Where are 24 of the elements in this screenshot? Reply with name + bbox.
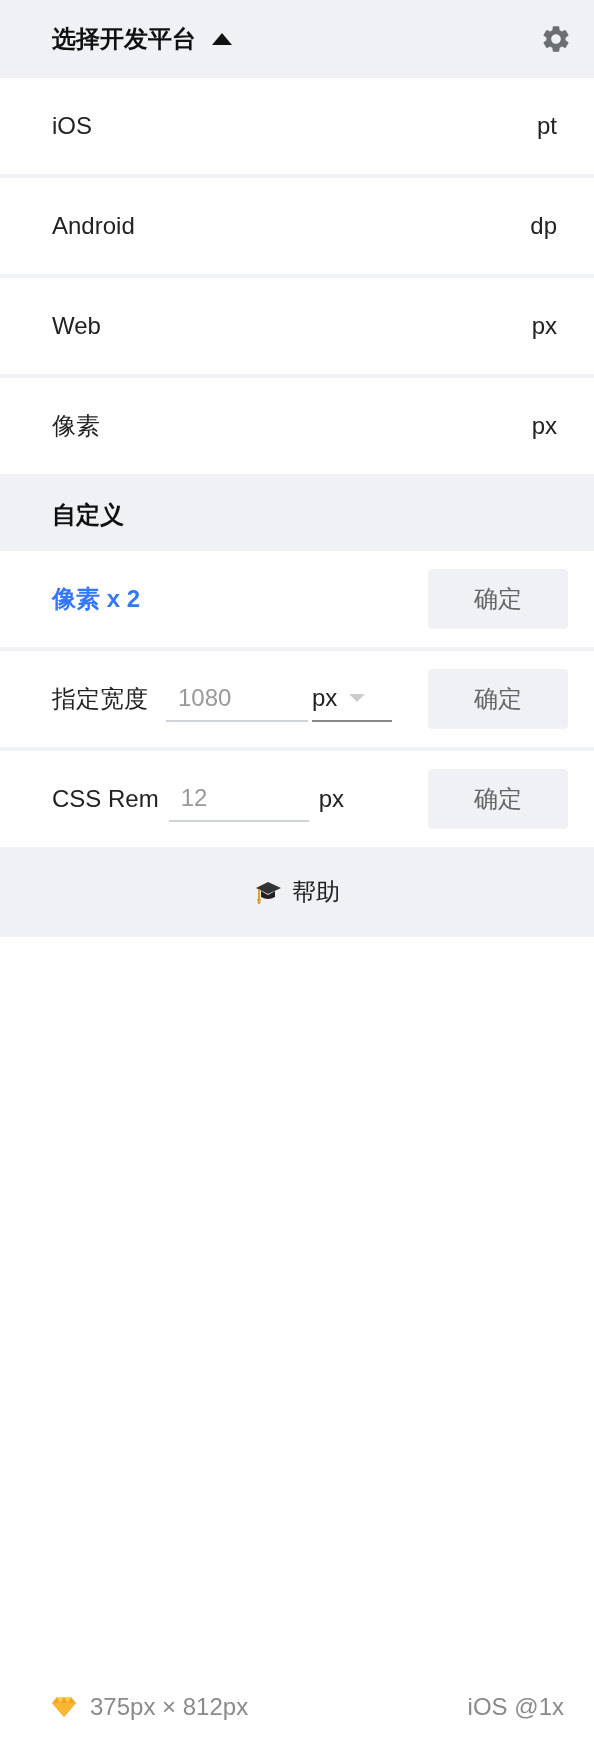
diamond-icon [52,1696,76,1718]
platform-name: Web [52,311,101,341]
platform-dropdown[interactable]: 选择开发平台 [52,21,232,57]
option-label[interactable]: 像素 x 2 [52,581,141,617]
unit-label: pt [537,111,557,141]
section-title: 自定义 [52,499,124,530]
option-label[interactable]: CSS Rem [52,781,159,817]
platform-name: iOS [52,111,92,141]
confirm-button[interactable]: 确定 [428,669,568,729]
caret-up-icon [212,33,232,45]
unit-label: px [531,311,557,341]
unit-label: px [318,784,345,814]
caret-down-icon [349,694,366,702]
confirm-button[interactable]: 确定 [428,569,568,629]
unit-label: dp [530,211,557,241]
help-button[interactable]: 帮助 [254,874,340,910]
option-label[interactable]: 指定宽度 [52,681,148,717]
platform-name: 像素 [52,411,100,441]
unit-label: px [531,411,557,441]
canvas-size: 375px × 812px [90,1692,249,1722]
platform-name: Android [52,211,135,241]
confirm-button[interactable]: 确定 [428,769,568,829]
platform-scale: iOS @1x [467,1692,564,1722]
unit-select[interactable]: px [312,676,392,722]
